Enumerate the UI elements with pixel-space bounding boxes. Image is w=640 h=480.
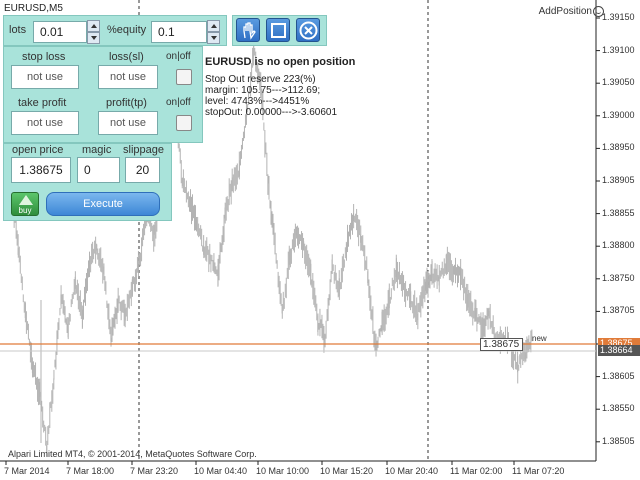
x-tick-label: 10 Mar 15:20 xyxy=(320,466,374,476)
info-line: stopOut: 0.00000--->-3.60601 xyxy=(205,107,338,118)
open-price-field[interactable]: 1.38675 xyxy=(11,157,71,183)
trade-price-box[interactable]: 1.38675 xyxy=(480,338,523,351)
info-line: margin: 105.75--->112.69; xyxy=(205,85,321,96)
equity-down-icon[interactable] xyxy=(207,32,220,44)
onoff-tp-label: on|off xyxy=(166,97,191,108)
new-label: new xyxy=(532,334,547,343)
y-tick-label: 1.38505 xyxy=(602,435,635,446)
buy-label: buy xyxy=(18,206,32,215)
y-tick-label: 1.38905 xyxy=(602,175,635,185)
square-icon[interactable] xyxy=(266,18,290,42)
info-line: Stop Out reserve 223(%) xyxy=(205,74,316,85)
stop-loss-label: stop loss xyxy=(22,51,66,63)
lots-up-icon[interactable] xyxy=(87,20,100,32)
x-tick-label: 11 Mar 07:20 xyxy=(512,466,565,476)
execute-button[interactable]: Execute xyxy=(46,192,160,216)
x-tick-label: 10 Mar 04:40 xyxy=(194,466,248,476)
sl-onoff-checkbox[interactable] xyxy=(176,69,192,85)
y-tick-label: 1.38705 xyxy=(602,305,635,316)
y-tick-label: 1.39100 xyxy=(602,44,635,55)
profit-tp-field[interactable]: not use xyxy=(98,111,158,135)
y-tick-label: 1.38855 xyxy=(602,207,635,218)
y-tick-label: 1.39000 xyxy=(602,109,635,120)
y-tick-label: 1.38605 xyxy=(602,370,635,381)
slippage-label: slippage xyxy=(123,144,164,156)
bid-price-tag: 1.38664 xyxy=(598,345,640,356)
equity-label: %equity xyxy=(107,24,147,36)
loss-sl-label: loss(sl) xyxy=(109,51,144,63)
y-tick-label: 1.38950 xyxy=(602,142,635,153)
info-line: level: 4743%--->4451% xyxy=(205,96,310,107)
tp-onoff-checkbox[interactable] xyxy=(176,115,192,131)
x-tick-label: 7 Mar 2014 xyxy=(4,466,50,476)
y-tick-label: 1.39050 xyxy=(602,77,635,88)
add-position-label: AddPosition xyxy=(538,6,592,17)
lots-label: lots xyxy=(9,24,27,36)
take-profit-label: take profit xyxy=(18,97,67,109)
up-arrow-icon xyxy=(19,195,33,205)
buy-button[interactable]: buy xyxy=(11,192,39,216)
x-tick-label: 11 Mar 02:00 xyxy=(450,466,503,476)
y-tick-label: 1.38800 xyxy=(602,240,635,251)
y-tick-label: 1.38750 xyxy=(602,272,635,283)
equity-field[interactable]: 0.1 xyxy=(151,21,207,43)
position-status-title: EURUSD is no open position xyxy=(205,56,356,68)
x-tick-label: 7 Mar 18:00 xyxy=(66,466,115,476)
x-tick-label: 10 Mar 10:00 xyxy=(256,466,310,476)
open-price-label: open price xyxy=(12,144,64,156)
hand-icon[interactable] xyxy=(236,18,260,42)
lots-field[interactable]: 0.01 xyxy=(33,21,87,43)
take-profit-field[interactable]: not use xyxy=(11,111,79,135)
stop-loss-field[interactable]: not use xyxy=(11,65,79,89)
loss-sl-field[interactable]: not use xyxy=(98,65,158,89)
onoff-sl-label: on|off xyxy=(166,51,191,62)
equity-up-icon[interactable] xyxy=(207,20,220,32)
y-tick-label: 1.39150 xyxy=(602,12,635,22)
equity-stepper[interactable] xyxy=(207,20,220,44)
copyright-text: Alpari Limited MT4, © 2001-2014, MetaQuo… xyxy=(8,449,257,459)
magic-label: magic xyxy=(82,144,112,156)
lots-down-icon[interactable] xyxy=(87,32,100,44)
profit-tp-label: profit(tp) xyxy=(106,97,147,109)
chart-title: EURUSD,M5 xyxy=(4,3,63,14)
lots-stepper[interactable] xyxy=(87,20,100,44)
y-tick-label: 1.38550 xyxy=(602,403,635,414)
slippage-field[interactable]: 20 xyxy=(125,157,160,183)
close-circle-icon[interactable] xyxy=(296,18,320,42)
x-tick-label: 7 Mar 23:20 xyxy=(130,466,179,476)
x-tick-label: 10 Mar 20:40 xyxy=(385,466,439,476)
magic-field[interactable]: 0 xyxy=(77,157,120,183)
